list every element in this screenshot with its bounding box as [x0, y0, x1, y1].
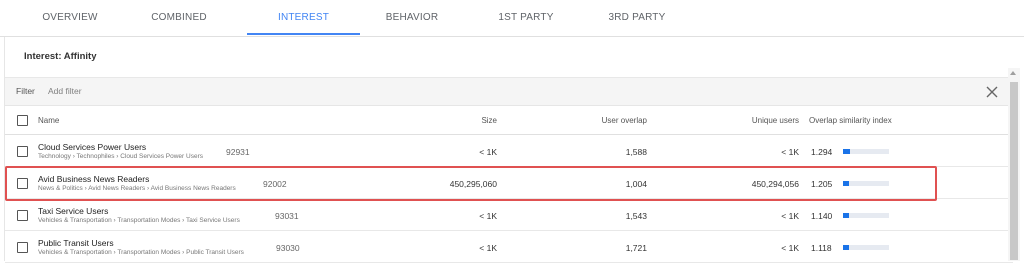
column-header-unique-users[interactable]: Unique users: [719, 116, 799, 125]
tab-bar: OVERVIEW COMBINED INTEREST BEHAVIOR 1ST …: [0, 0, 1024, 36]
segment-path: Vehicles & Transportation › Transportati…: [38, 217, 240, 224]
segment-path: News & Politics › Avid News Readers › Av…: [38, 185, 236, 192]
select-all-checkbox[interactable]: [17, 115, 28, 126]
similarity-bar: [843, 213, 889, 218]
similarity-bar-fill: [843, 245, 849, 250]
user-overlap-value: 1,004: [625, 179, 647, 189]
column-header-user-overlap[interactable]: User overlap: [565, 116, 647, 125]
segment-name: Taxi Service Users: [38, 206, 109, 216]
column-header-similarity-index[interactable]: Overlap similarity index: [809, 116, 892, 125]
similarity-bar: [843, 245, 889, 250]
scroll-up-arrow-icon[interactable]: [1010, 71, 1016, 75]
segment-name: Public Transit Users: [38, 238, 114, 248]
user-overlap-value: 1,721: [625, 243, 647, 253]
similarity-bar-fill: [843, 213, 849, 218]
unique-users-value: 450,294,056: [751, 179, 799, 189]
row-checkbox[interactable]: [17, 146, 28, 157]
segment-id: 93030: [276, 243, 300, 253]
scrollbar-thumb[interactable]: [1010, 82, 1018, 260]
tab-combined[interactable]: COMBINED: [138, 0, 220, 36]
size-value: < 1K: [479, 147, 497, 157]
unique-users-value: < 1K: [781, 243, 799, 253]
size-value: < 1K: [479, 211, 497, 221]
similarity-bar: [843, 181, 889, 186]
filter-bar: Filter: [5, 78, 1013, 106]
unique-users-value: < 1K: [781, 211, 799, 221]
table-row[interactable]: Cloud Services Power Users Technology › …: [5, 136, 1013, 167]
segment-id: 92931: [226, 147, 250, 157]
column-header-size[interactable]: Size: [445, 116, 497, 125]
unique-users-value: < 1K: [781, 147, 799, 157]
similarity-bar-fill: [843, 181, 849, 186]
filter-label: Filter: [16, 86, 35, 96]
size-value: 450,295,060: [449, 179, 497, 189]
segment-path: Vehicles & Transportation › Transportati…: [38, 249, 244, 256]
audience-panel: Interest: Affinity Filter Name Size User…: [4, 37, 1013, 263]
table-header: Name Size User overlap Unique users Over…: [5, 107, 1013, 135]
table-row[interactable]: Public Transit Users Vehicles & Transpor…: [5, 232, 1013, 263]
column-header-name[interactable]: Name: [38, 116, 59, 125]
similarity-bar: [843, 149, 889, 154]
similarity-bar-fill: [843, 149, 850, 154]
filter-input[interactable]: [48, 84, 248, 98]
tab-behavior[interactable]: BEHAVIOR: [372, 0, 452, 36]
segment-name: Cloud Services Power Users: [38, 142, 147, 152]
panel-title: Interest: Affinity: [24, 51, 97, 62]
user-overlap-value: 1,588: [625, 147, 647, 157]
segment-id: 92002: [263, 179, 287, 189]
row-checkbox[interactable]: [17, 178, 28, 189]
row-checkbox[interactable]: [17, 210, 28, 221]
tab-1st-party[interactable]: 1ST PARTY: [485, 0, 567, 36]
segment-name: Avid Business News Readers: [38, 174, 150, 184]
similarity-index-value: 1.205: [811, 179, 833, 189]
table-row[interactable]: Avid Business News Readers News & Politi…: [5, 168, 1013, 199]
size-value: < 1K: [479, 243, 497, 253]
similarity-index-value: 1.294: [811, 147, 833, 157]
tab-interest[interactable]: INTEREST: [247, 0, 360, 36]
user-overlap-value: 1,543: [625, 211, 647, 221]
scrollbar[interactable]: [1008, 68, 1020, 261]
similarity-index-value: 1.140: [811, 211, 833, 221]
row-checkbox[interactable]: [17, 242, 28, 253]
similarity-index-value: 1.118: [811, 243, 832, 253]
table-row[interactable]: Taxi Service Users Vehicles & Transporta…: [5, 200, 1013, 231]
tab-overview[interactable]: OVERVIEW: [28, 0, 112, 36]
close-icon[interactable]: [985, 85, 999, 99]
segment-id: 93031: [275, 211, 299, 221]
tab-3rd-party[interactable]: 3RD PARTY: [596, 0, 678, 36]
segment-path: Technology › Technophiles › Cloud Servic…: [38, 153, 203, 160]
